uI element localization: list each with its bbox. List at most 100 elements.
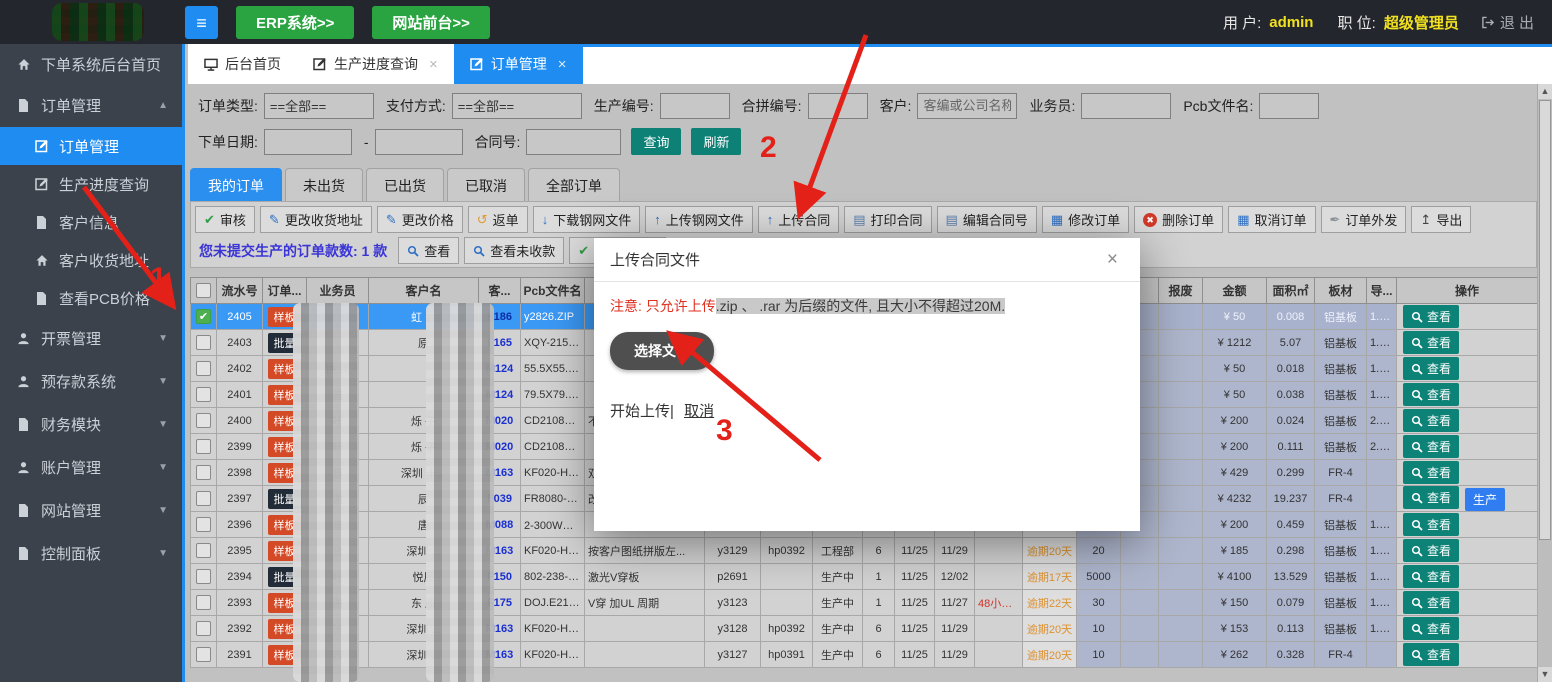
sidebar-item-0[interactable]: 下单系统后台首页 xyxy=(0,44,182,84)
row-checkbox[interactable] xyxy=(196,621,211,636)
close-icon[interactable]: × xyxy=(1101,249,1124,270)
sidebar-item-4[interactable]: 客户信息 xyxy=(0,203,182,241)
produce-button[interactable]: 生产 xyxy=(1465,488,1505,511)
toolbar-button-6[interactable]: ↑上传合同 xyxy=(758,206,840,233)
order-tab-0[interactable]: 我的订单 xyxy=(190,168,282,203)
sidebar-item-12[interactable]: 控制面板▼ xyxy=(0,532,182,575)
table-row-2395[interactable]: 2395样板曾深圳 ...M163KF020-HZYPA...按客户图纸拼版左.… xyxy=(191,538,1538,564)
filter-select[interactable]: ==全部== xyxy=(452,93,582,119)
view-button[interactable]: 查看 xyxy=(1403,357,1459,380)
toolbar-button-0[interactable]: ✔审核 xyxy=(195,206,255,233)
toolbar-button-13[interactable]: ↥导出 xyxy=(1411,206,1471,233)
start-upload-link[interactable]: 开始上传| xyxy=(610,403,674,420)
table-row-2393[interactable]: 2393样板谢东 原F175DOJ.E215.101...V穿 加UL 周期y3… xyxy=(191,590,1538,616)
sidebar-item-11[interactable]: 网站管理▼ xyxy=(0,489,182,532)
row-checkbox[interactable]: ✔ xyxy=(196,309,211,324)
toolbar-button-10[interactable]: ✖删除订单 xyxy=(1134,206,1223,233)
view-button[interactable]: 查看 xyxy=(1403,383,1459,406)
filter-select[interactable]: ==全部== xyxy=(264,93,374,119)
filter-input[interactable] xyxy=(1259,93,1319,119)
tab-close-icon[interactable]: × xyxy=(558,56,567,73)
view-button[interactable]: 查看 xyxy=(1403,435,1459,458)
filter-input[interactable] xyxy=(264,129,352,155)
tab-close-icon[interactable]: × xyxy=(429,56,438,73)
row-checkbox[interactable] xyxy=(196,335,211,350)
table-row-2391[interactable]: 2391样板曾深圳 ...M163KF020-HPM01...y3127hp03… xyxy=(191,642,1538,668)
sidebar-item-6[interactable]: 查看PCB价格 xyxy=(0,279,182,317)
tab-0[interactable]: 后台首页 xyxy=(188,44,297,84)
row-checkbox[interactable] xyxy=(196,413,211,428)
view-button[interactable]: 查看 xyxy=(1403,591,1459,614)
filter-input[interactable] xyxy=(1081,93,1171,119)
order-tab-2[interactable]: 已出货 xyxy=(366,168,444,203)
filter-input[interactable] xyxy=(660,93,730,119)
toolbar-button-11[interactable]: ▦取消订单 xyxy=(1228,206,1315,233)
hamburger-menu-button[interactable]: ≡ xyxy=(185,6,218,39)
view-button[interactable]: 查看 xyxy=(1403,409,1459,432)
scrollbar-thumb[interactable] xyxy=(1539,100,1551,540)
row-checkbox[interactable] xyxy=(196,465,211,480)
sidebar-item-7[interactable]: 开票管理▼ xyxy=(0,317,182,360)
view-button[interactable]: 查看 xyxy=(1403,539,1459,562)
choose-file-button[interactable]: 选择文件 xyxy=(610,332,714,370)
sidebar-item-8[interactable]: 预存款系统▼ xyxy=(0,360,182,403)
tab-1[interactable]: 生产进度查询× xyxy=(297,44,454,84)
toolbar-button-3[interactable]: ↺返单 xyxy=(468,206,528,233)
toolbar-button-2[interactable]: ✎更改价格 xyxy=(377,206,463,233)
toolbar-button-7[interactable]: ▤打印合同 xyxy=(844,206,931,233)
order-requirement-cell: 激光V穿板 xyxy=(585,564,705,590)
row-checkbox[interactable] xyxy=(196,491,211,506)
row-checkbox[interactable] xyxy=(196,569,211,584)
refresh-button[interactable]: 刷新 xyxy=(691,128,741,155)
toolbar2-button-0[interactable]: 查看 xyxy=(398,237,459,264)
sidebar-item-5[interactable]: 客户收货地址 xyxy=(0,241,182,279)
view-button[interactable]: 查看 xyxy=(1403,617,1459,640)
row-checkbox[interactable] xyxy=(196,595,211,610)
row-checkbox[interactable] xyxy=(196,517,211,532)
site-front-button[interactable]: 网站前台>> xyxy=(372,6,490,39)
toolbar-button-9[interactable]: ▦修改订单 xyxy=(1042,206,1129,233)
row-checkbox[interactable] xyxy=(196,387,211,402)
order-tab-1[interactable]: 未出货 xyxy=(285,168,363,203)
row-checkbox[interactable] xyxy=(196,361,211,376)
logout-button[interactable]: 退 出 xyxy=(1481,12,1534,33)
row-checkbox[interactable] xyxy=(196,647,211,662)
order-tab-4[interactable]: 全部订单 xyxy=(528,168,620,203)
toolbar-button-5[interactable]: ↑上传钢网文件 xyxy=(645,206,753,233)
erp-system-button[interactable]: ERP系统>> xyxy=(236,6,354,39)
table-row-2392[interactable]: 2392样板曾深圳 ...M163KF020-HDD20...y3128hp03… xyxy=(191,616,1538,642)
table-row-2394[interactable]: 2394批量叶悦辰F150802-238-HX85-...激光V穿板p2691生… xyxy=(191,564,1538,590)
cancel-link[interactable]: 取消 xyxy=(684,403,714,420)
toolbar-button-4[interactable]: ↓下载钢网文件 xyxy=(533,206,641,233)
toolbar2-button-1[interactable]: 查看未收款 xyxy=(464,237,564,264)
sidebar-item-10[interactable]: 账户管理▼ xyxy=(0,446,182,489)
view-button[interactable]: 查看 xyxy=(1403,643,1459,666)
vertical-scrollbar[interactable]: ▲ ▼ xyxy=(1537,84,1552,682)
view-button[interactable]: 查看 xyxy=(1403,513,1459,536)
sidebar-item-3[interactable]: 生产进度查询 xyxy=(0,165,182,203)
filter-input[interactable] xyxy=(917,93,1017,119)
tab-2[interactable]: 订单管理× xyxy=(454,44,583,84)
select-all-checkbox[interactable] xyxy=(196,283,211,298)
view-button[interactable]: 查看 xyxy=(1403,486,1459,509)
toolbar-button-12[interactable]: ✒订单外发 xyxy=(1321,206,1407,233)
scroll-down-arrow[interactable]: ▼ xyxy=(1538,667,1552,682)
view-button[interactable]: 查看 xyxy=(1403,461,1459,484)
row-checkbox[interactable] xyxy=(196,439,211,454)
search-button[interactable]: 查询 xyxy=(631,128,681,155)
scroll-up-arrow[interactable]: ▲ xyxy=(1538,84,1552,99)
sidebar-item-2[interactable]: 订单管理 xyxy=(0,127,182,165)
filter-input[interactable] xyxy=(526,129,621,155)
toolbar-button-8[interactable]: ▤编辑合同号 xyxy=(937,206,1037,233)
filter-input[interactable] xyxy=(375,129,463,155)
row-checkbox[interactable] xyxy=(196,543,211,558)
sidebar-item-9[interactable]: 财务模块▼ xyxy=(0,403,182,446)
view-button[interactable]: 查看 xyxy=(1403,565,1459,588)
view-button[interactable]: 查看 xyxy=(1403,331,1459,354)
filter-input[interactable] xyxy=(808,93,868,119)
order-tab-3[interactable]: 已取消 xyxy=(447,168,525,203)
toolbar-button-1[interactable]: ✎更改收货地址 xyxy=(260,206,372,233)
view-button[interactable]: 查看 xyxy=(1403,305,1459,328)
merge-no-cell: hp0392 xyxy=(761,616,813,642)
sidebar-item-1[interactable]: 订单管理▲ xyxy=(0,84,182,127)
